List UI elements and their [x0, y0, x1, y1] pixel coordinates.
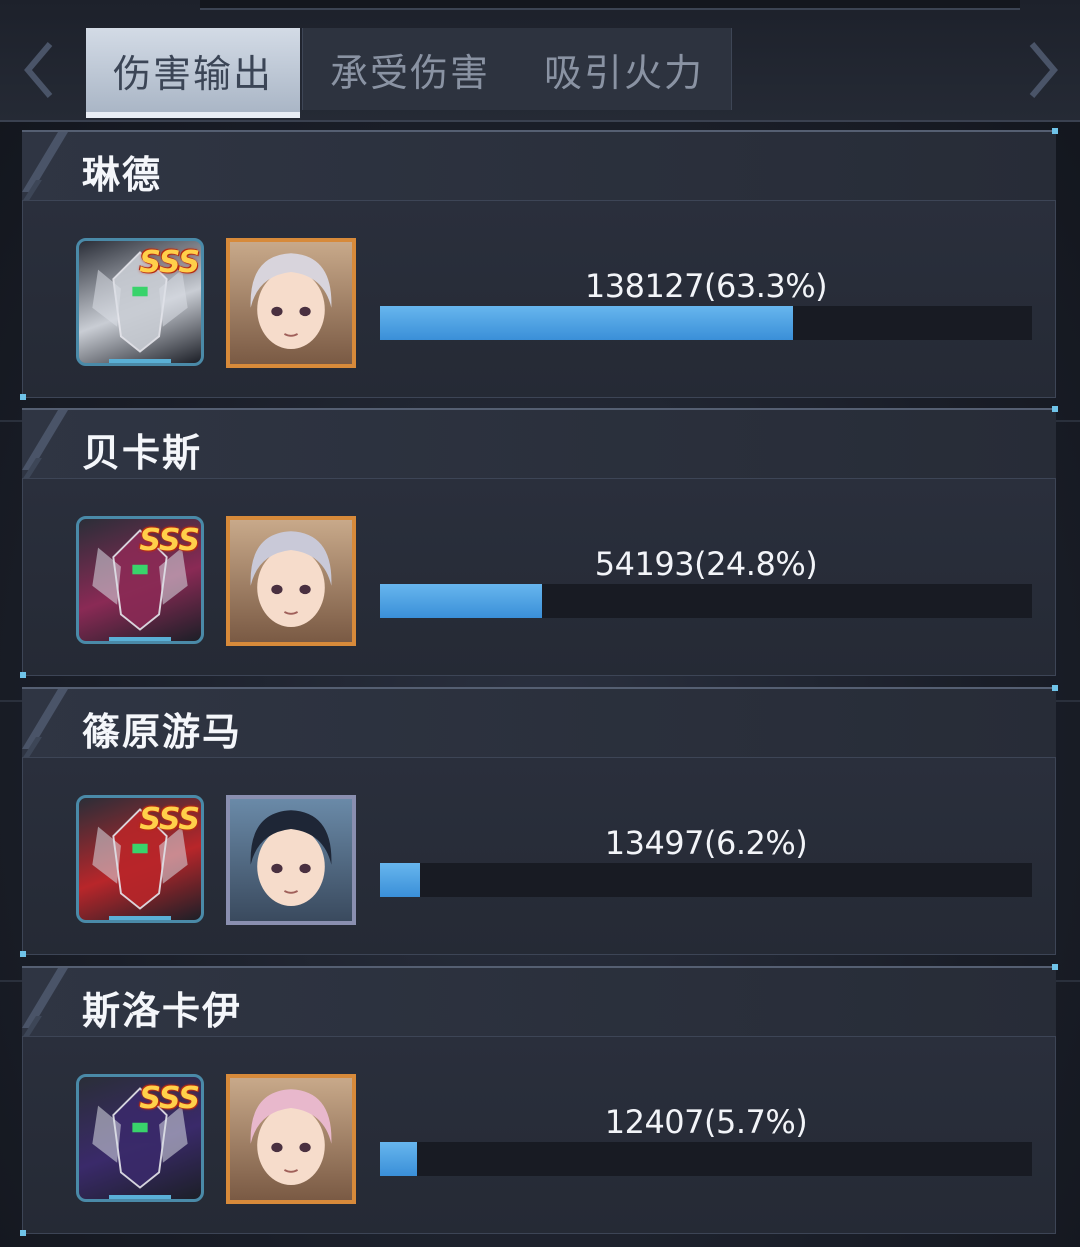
tab-damage-output[interactable]: 伤害输出 — [86, 28, 300, 118]
damage-value: 13497(6.2%) — [604, 824, 808, 862]
pilot-icon — [250, 810, 332, 906]
pilot-icon — [250, 1089, 332, 1185]
corner-accent — [1052, 964, 1058, 970]
damage-bar — [380, 584, 1032, 618]
pilot-name: 篠原游马 — [82, 710, 243, 754]
corner-accent — [1052, 128, 1058, 134]
tab-draw-fire[interactable]: 吸引火力 — [517, 28, 732, 110]
corner-accent — [1052, 406, 1058, 412]
damage-bar-fill — [380, 584, 542, 618]
damage-bar — [380, 1142, 1032, 1176]
header-stripes — [22, 132, 68, 202]
damage-value: 138127(63.3%) — [584, 267, 828, 305]
tab-bar: 伤害输出 承受伤害 吸引火力 — [0, 0, 1080, 122]
corner-accent — [20, 1230, 26, 1236]
pilot-portrait[interactable] — [226, 1074, 356, 1204]
grade-badge: SSS — [139, 523, 200, 558]
damage-bar-fill — [380, 1142, 418, 1176]
damage-value: 12407(5.7%) — [604, 1103, 808, 1141]
unit-header: 琳德 — [22, 130, 1056, 202]
mecha-portrait[interactable]: SSS — [76, 1074, 204, 1202]
damage-bar — [380, 306, 1032, 340]
chevron-left-icon[interactable] — [20, 38, 60, 102]
chevron-right-icon[interactable] — [1022, 38, 1062, 102]
pilot-name: 贝卡斯 — [82, 431, 203, 475]
corner-accent — [20, 394, 26, 400]
header-stripes — [22, 689, 68, 759]
mecha-portrait[interactable]: SSS — [76, 238, 204, 366]
header-stripes — [22, 410, 68, 480]
portrait-foot — [109, 637, 171, 641]
damage-bar-fill — [380, 863, 421, 897]
unit-row: 斯洛卡伊 SSS 12407(5.7%) — [20, 964, 1058, 1236]
tab-damage-taken[interactable]: 承受伤害 — [302, 28, 518, 110]
damage-bar-fill — [380, 306, 793, 340]
damage-bar — [380, 863, 1032, 897]
grade-badge: SSS — [139, 1081, 200, 1116]
pilot-name: 琳德 — [82, 153, 163, 197]
unit-row: 篠原游马 SSS 13497(6.2%) — [20, 685, 1058, 957]
corner-accent — [20, 951, 26, 957]
unit-row: 贝卡斯 SSS 54193(24.8%) — [20, 406, 1058, 678]
portrait-foot — [109, 1195, 171, 1199]
unit-header: 斯洛卡伊 — [22, 966, 1056, 1038]
portrait-foot — [109, 916, 171, 920]
unit-row: 琳德 SSS 138127(63.3%) — [20, 128, 1058, 400]
corner-accent — [1052, 685, 1058, 691]
mecha-portrait[interactable]: SSS — [76, 516, 204, 644]
unit-header: 贝卡斯 — [22, 408, 1056, 480]
damage-value: 54193(24.8%) — [594, 545, 818, 583]
mecha-portrait[interactable]: SSS — [76, 795, 204, 923]
grade-badge: SSS — [139, 802, 200, 837]
pilot-name: 斯洛卡伊 — [82, 989, 243, 1033]
pilot-icon — [250, 253, 332, 349]
corner-accent — [20, 672, 26, 678]
grade-badge: SSS — [139, 245, 200, 280]
pilot-portrait[interactable] — [226, 516, 356, 646]
unit-header: 篠原游马 — [22, 687, 1056, 759]
pilot-portrait[interactable] — [226, 238, 356, 368]
portrait-foot — [109, 359, 171, 363]
header-stripes — [22, 968, 68, 1038]
top-frame — [200, 0, 1020, 10]
pilot-icon — [250, 531, 332, 627]
pilot-portrait[interactable] — [226, 795, 356, 925]
